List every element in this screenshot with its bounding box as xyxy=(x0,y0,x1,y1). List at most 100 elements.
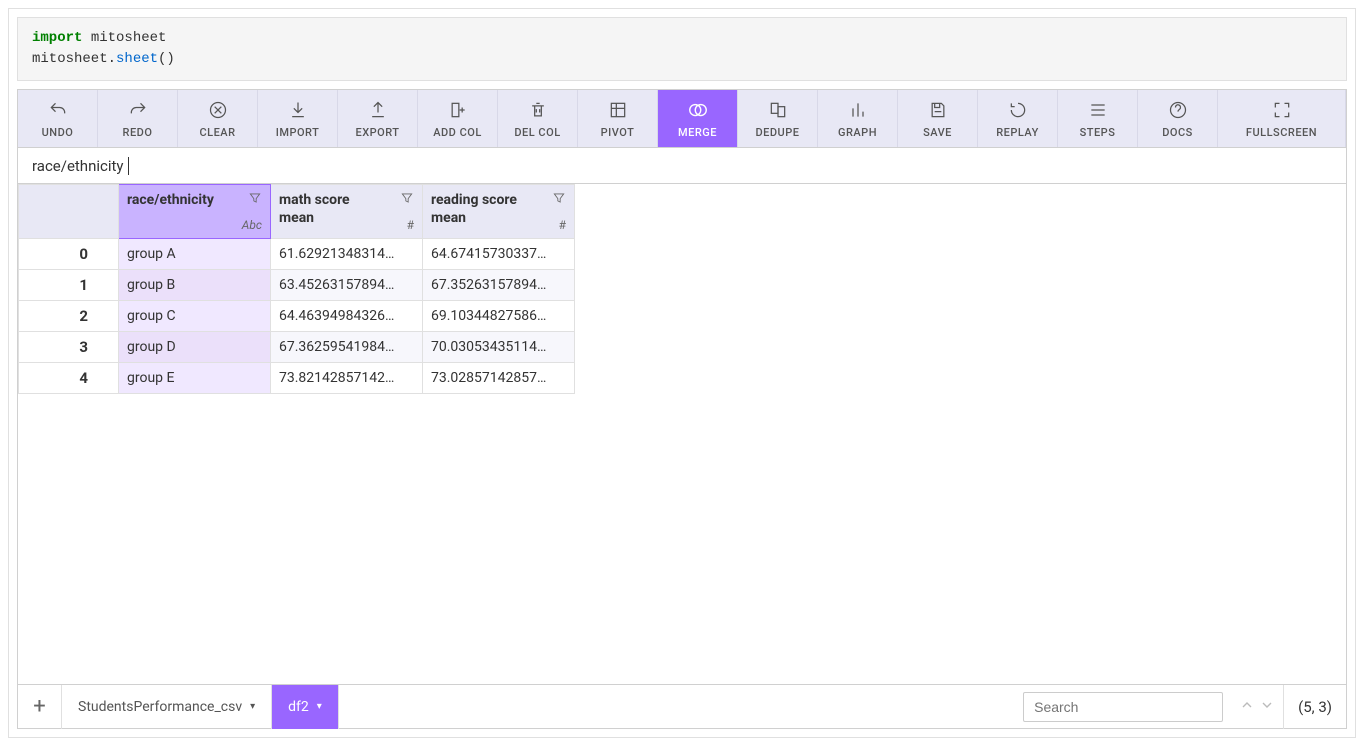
table-row: 3 group D 67.36259541984… 70.03053435114… xyxy=(19,332,575,363)
type-number-icon: # xyxy=(559,218,566,232)
steps-button[interactable]: STEPS xyxy=(1058,90,1138,147)
clear-label: CLEAR xyxy=(199,126,235,139)
chevron-down-icon: ▾ xyxy=(317,701,322,712)
table-row: 4 group E 73.82142857142… 73.02857142857… xyxy=(19,363,575,394)
redo-icon xyxy=(128,98,148,122)
import-label: IMPORT xyxy=(276,126,320,139)
replay-button[interactable]: REPLAY xyxy=(978,90,1058,147)
data-cell[interactable]: group D xyxy=(119,332,271,363)
undo-button[interactable]: UNDO xyxy=(18,90,98,147)
type-text-icon: Abc xyxy=(242,218,262,232)
plus-icon: + xyxy=(33,694,45,719)
export-button[interactable]: EXPORT xyxy=(338,90,418,147)
corner-cell xyxy=(19,185,119,239)
import-icon xyxy=(288,98,308,122)
fullscreen-label: FULLSCREEN xyxy=(1246,126,1317,139)
table-row: 2 group C 64.46394984326… 69.10344827586… xyxy=(19,301,575,332)
save-button[interactable]: SAVE xyxy=(898,90,978,147)
data-cell[interactable]: group C xyxy=(119,301,271,332)
filter-icon[interactable] xyxy=(400,191,414,209)
dedupe-button[interactable]: DEDUPE xyxy=(738,90,818,147)
sheet-tab-label: df2 xyxy=(288,699,309,715)
undo-label: UNDO xyxy=(42,126,74,139)
pivot-label: PIVOT xyxy=(601,126,635,139)
notebook-container: import mitosheet mitosheet.sheet() UNDO … xyxy=(8,8,1356,738)
data-cell[interactable]: 67.35263157894… xyxy=(423,270,575,301)
code-keyword: import xyxy=(32,30,82,46)
export-icon xyxy=(368,98,388,122)
row-index[interactable]: 0 xyxy=(19,239,119,270)
dedupe-icon xyxy=(768,98,788,122)
row-index[interactable]: 1 xyxy=(19,270,119,301)
row-index[interactable]: 3 xyxy=(19,332,119,363)
formula-bar[interactable]: race/ethnicity xyxy=(18,148,1346,184)
replay-label: REPLAY xyxy=(996,126,1039,139)
data-cell[interactable]: 70.03053435114… xyxy=(423,332,575,363)
sheet-tab-students-performance[interactable]: StudentsPerformance_csv ▾ xyxy=(62,685,272,729)
code-text: () xyxy=(158,51,175,67)
type-number-icon: # xyxy=(407,218,414,232)
data-cell[interactable]: 73.02857142857… xyxy=(423,363,575,394)
data-cell[interactable]: 73.82142857142… xyxy=(271,363,423,394)
data-cell[interactable]: 69.10344827586… xyxy=(423,301,575,332)
column-name: reading score mean xyxy=(431,191,531,227)
column-header-race-ethnicity[interactable]: race/ethnicity Abc xyxy=(119,185,271,239)
formula-value: race/ethnicity xyxy=(32,157,124,175)
column-header-reading-score[interactable]: reading score mean # xyxy=(423,185,575,239)
steps-icon xyxy=(1088,98,1108,122)
search-nav xyxy=(1231,697,1283,717)
data-cell[interactable]: 64.46394984326… xyxy=(271,301,423,332)
clear-icon xyxy=(208,98,228,122)
save-icon xyxy=(928,98,948,122)
redo-label: REDO xyxy=(123,126,153,139)
table-row: 0 group A 61.62921348314… 64.67415730337… xyxy=(19,239,575,270)
replay-icon xyxy=(1008,98,1028,122)
table-row: 1 group B 63.45263157894… 67.35263157894… xyxy=(19,270,575,301)
data-cell[interactable]: group A xyxy=(119,239,271,270)
add-sheet-button[interactable]: + xyxy=(18,685,62,729)
import-button[interactable]: IMPORT xyxy=(258,90,338,147)
docs-icon xyxy=(1168,98,1188,122)
clear-button[interactable]: CLEAR xyxy=(178,90,258,147)
code-function: sheet xyxy=(116,51,158,67)
filter-icon[interactable] xyxy=(552,191,566,209)
column-name: race/ethnicity xyxy=(127,191,227,209)
data-cell[interactable]: group B xyxy=(119,270,271,301)
prev-match-button[interactable] xyxy=(1239,697,1255,717)
data-cell[interactable]: 64.67415730337… xyxy=(423,239,575,270)
data-grid[interactable]: race/ethnicity Abc math score mean # xyxy=(18,184,1346,684)
graph-button[interactable]: GRAPH xyxy=(818,90,898,147)
next-match-button[interactable] xyxy=(1259,697,1275,717)
row-index[interactable]: 2 xyxy=(19,301,119,332)
sheet-tab-df2[interactable]: df2 ▾ xyxy=(272,685,339,729)
code-text: mitosheet xyxy=(82,30,166,46)
pivot-button[interactable]: PIVOT xyxy=(578,90,658,147)
toolbar: UNDO REDO CLEAR IMPORT EXPORT ADD COL xyxy=(18,90,1346,148)
graph-label: GRAPH xyxy=(838,126,877,139)
merge-icon xyxy=(687,98,709,122)
delcol-button[interactable]: DEL COL xyxy=(498,90,578,147)
data-cell[interactable]: group E xyxy=(119,363,271,394)
graph-icon xyxy=(848,98,868,122)
merge-button[interactable]: MERGE xyxy=(658,90,738,147)
column-header-math-score[interactable]: math score mean # xyxy=(271,185,423,239)
data-cell[interactable]: 61.62921348314… xyxy=(271,239,423,270)
delcol-label: DEL COL xyxy=(514,126,560,139)
docs-label: DOCS xyxy=(1162,126,1193,139)
column-name: math score mean xyxy=(279,191,379,227)
code-cell[interactable]: import mitosheet mitosheet.sheet() xyxy=(17,17,1347,81)
data-cell[interactable]: 67.36259541984… xyxy=(271,332,423,363)
export-label: EXPORT xyxy=(355,126,399,139)
docs-button[interactable]: DOCS xyxy=(1138,90,1218,147)
addcol-button[interactable]: ADD COL xyxy=(418,90,498,147)
redo-button[interactable]: REDO xyxy=(98,90,178,147)
fullscreen-button[interactable]: FULLSCREEN xyxy=(1218,90,1346,147)
filter-icon[interactable] xyxy=(248,191,262,209)
addcol-icon xyxy=(448,98,468,122)
bottom-bar: + StudentsPerformance_csv ▾ df2 ▾ (5, 3) xyxy=(18,684,1346,728)
delcol-icon xyxy=(528,98,548,122)
code-text: mitosheet. xyxy=(32,51,116,67)
search-input[interactable] xyxy=(1023,692,1223,722)
row-index[interactable]: 4 xyxy=(19,363,119,394)
data-cell[interactable]: 63.45263157894… xyxy=(271,270,423,301)
